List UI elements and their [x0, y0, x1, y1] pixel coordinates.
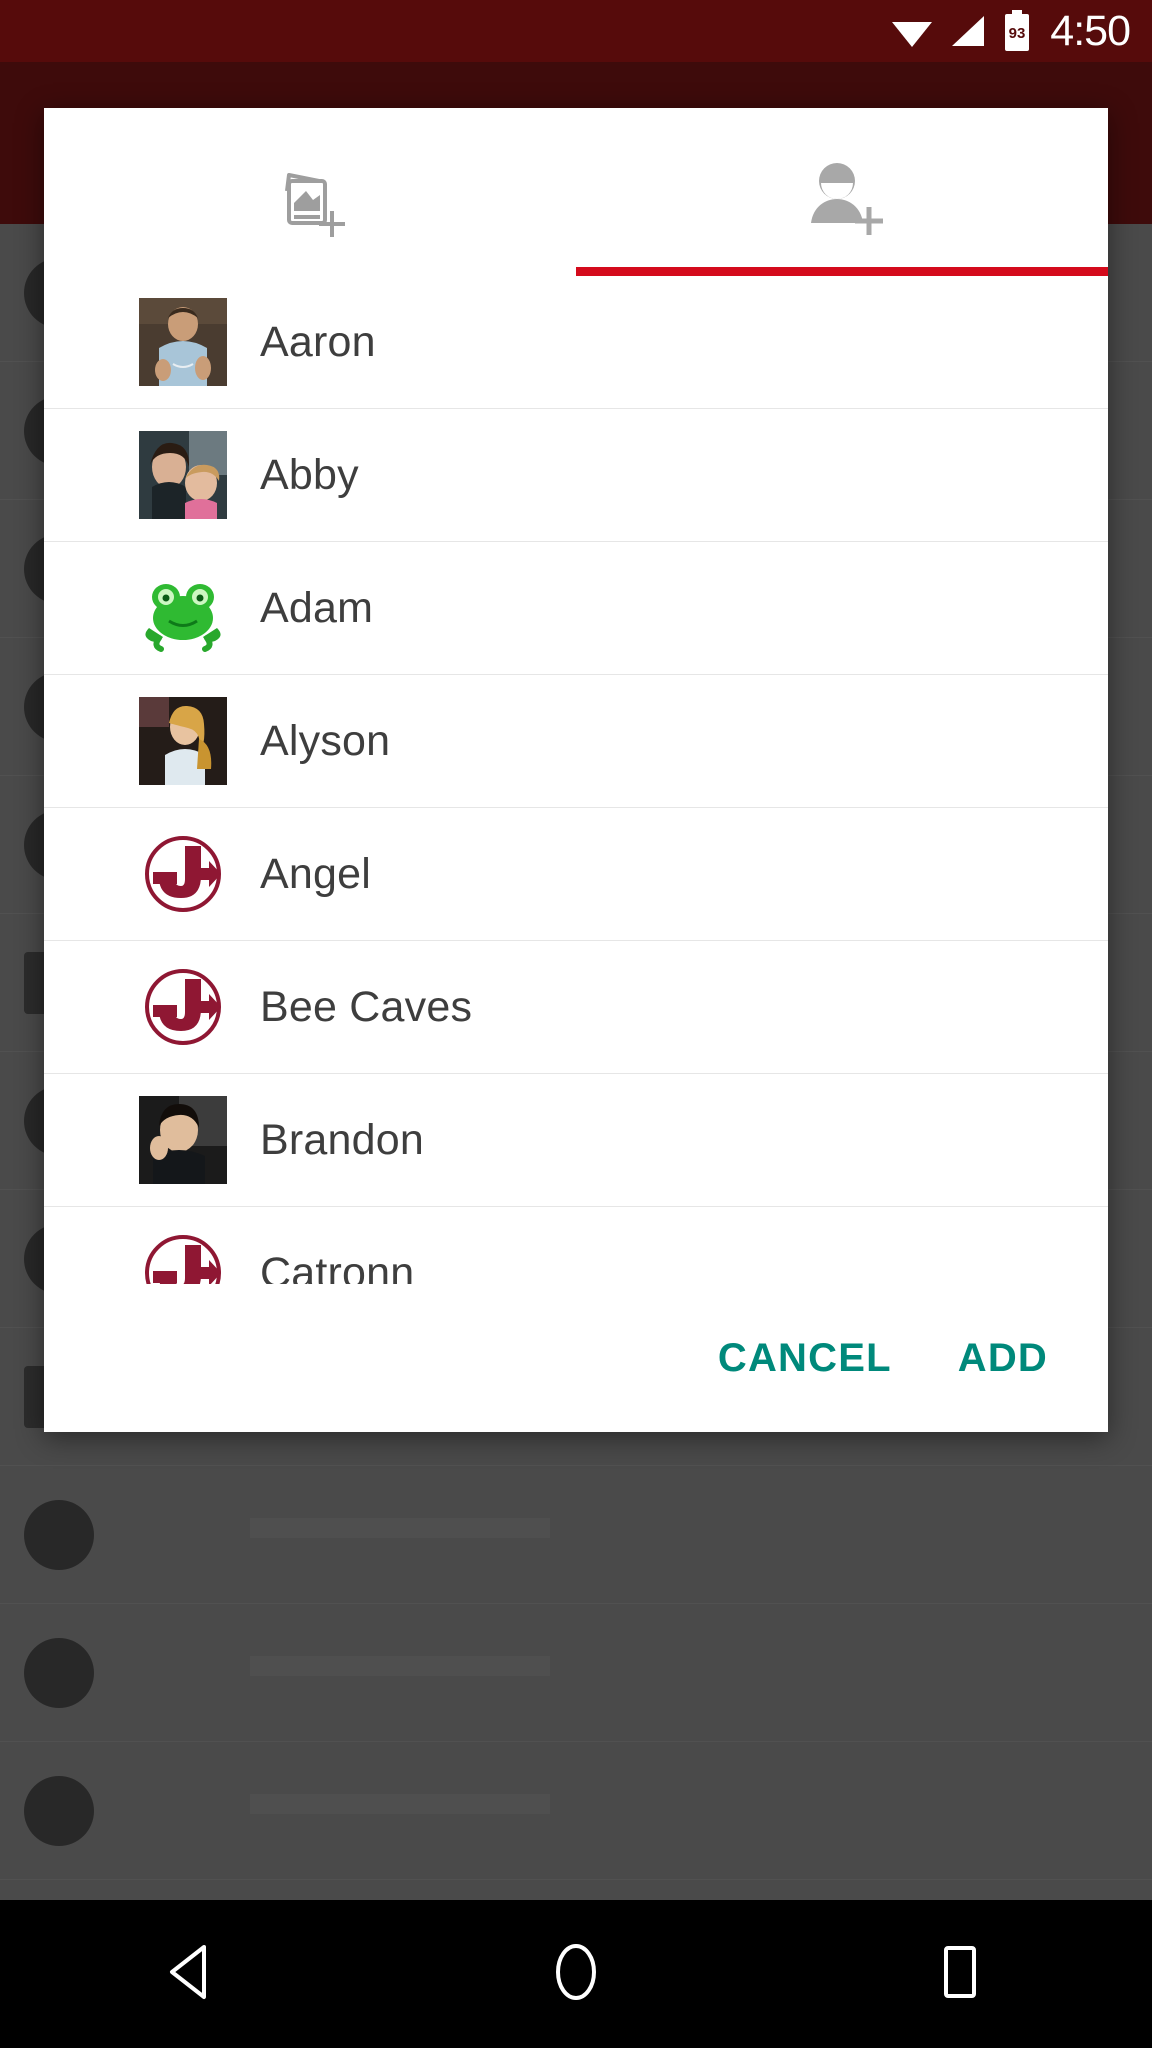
back-button[interactable] — [132, 1914, 252, 2034]
add-person-icon — [799, 153, 885, 244]
contact-name: Adam — [260, 583, 374, 632]
avatar — [139, 963, 227, 1051]
battery-percent-label: 93 — [1009, 25, 1026, 42]
contact-row[interactable]: Aaron — [44, 276, 1108, 409]
phone-screen: 93 4:50 Aaron Abby Adam Alyson Angel Bee… — [0, 0, 1152, 2048]
avatar — [139, 697, 227, 785]
avatar — [139, 1229, 227, 1284]
recents-square-icon — [935, 1942, 985, 2007]
logo-j-arrow-icon — [139, 1229, 227, 1284]
logo-j-arrow-icon — [139, 963, 227, 1051]
contact-row[interactable]: Bee Caves — [44, 941, 1108, 1074]
contact-row[interactable]: Adam — [44, 542, 1108, 675]
contact-name: Bee Caves — [260, 982, 473, 1031]
add-button[interactable]: ADD — [958, 1336, 1048, 1381]
contact-name: Catronn — [260, 1248, 415, 1285]
status-bar-clock: 4:50 — [1050, 6, 1131, 55]
cancel-button[interactable]: CANCEL — [718, 1336, 892, 1381]
contact-name: Angel — [260, 849, 371, 898]
avatar — [139, 564, 227, 652]
contact-name: Alyson — [260, 716, 391, 765]
contact-row[interactable]: Angel — [44, 808, 1108, 941]
contact-row[interactable]: Catronn — [44, 1207, 1108, 1284]
battery-icon: 93 — [1002, 10, 1032, 52]
contact-row[interactable]: Alyson — [44, 675, 1108, 808]
avatar — [139, 830, 227, 918]
home-button[interactable] — [516, 1914, 636, 2034]
contact-name: Brandon — [260, 1115, 424, 1164]
avatar — [139, 1096, 227, 1184]
cellular-signal-icon — [948, 13, 988, 49]
logo-j-arrow-icon — [139, 830, 227, 918]
recents-button[interactable] — [900, 1914, 1020, 2034]
tab-add-media[interactable] — [44, 108, 576, 276]
android-navigation-bar — [0, 1900, 1152, 2048]
dialog-action-bar: CANCEL ADD — [44, 1284, 1108, 1432]
status-bar: 93 4:50 — [0, 0, 1152, 62]
contact-list[interactable]: Aaron Abby Adam Alyson Angel Bee Caves B… — [44, 276, 1108, 1284]
add-participants-dialog: Aaron Abby Adam Alyson Angel Bee Caves B… — [44, 108, 1108, 1432]
contact-row[interactable]: Abby — [44, 409, 1108, 542]
contact-name: Aaron — [260, 317, 376, 366]
contact-row[interactable]: Brandon — [44, 1074, 1108, 1207]
add-photo-icon — [267, 153, 353, 244]
avatar — [139, 298, 227, 386]
back-triangle-icon — [164, 1943, 220, 2006]
dialog-tab-bar — [44, 108, 1108, 276]
avatar — [139, 431, 227, 519]
contact-name: Abby — [260, 450, 359, 499]
tab-add-person[interactable] — [576, 108, 1108, 276]
wifi-icon — [890, 13, 934, 49]
home-circle-icon — [548, 1941, 604, 2008]
selected-tab-indicator — [576, 267, 1108, 276]
